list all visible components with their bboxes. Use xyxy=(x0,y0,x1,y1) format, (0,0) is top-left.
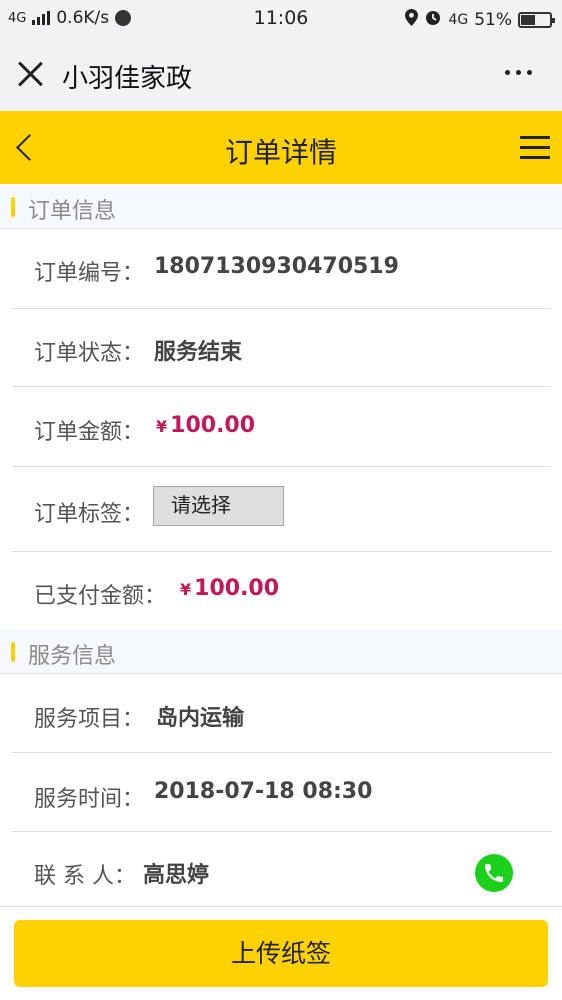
row-paid-amount: 已支付金额： ¥100.00 xyxy=(12,552,551,629)
section-title: 订单信息 xyxy=(28,199,117,224)
battery-icon xyxy=(518,11,555,28)
order-status-value: 服务结束 xyxy=(154,340,243,365)
status-bar: 4G 0.6K/s 11:06 4G 51% xyxy=(0,0,562,38)
order-tag-select[interactable]: 请选择 xyxy=(153,486,284,526)
menu-icon[interactable] xyxy=(520,136,550,159)
contact-label: 联 系 人： xyxy=(34,864,136,889)
order-tag-label: 订单标签： xyxy=(34,502,145,527)
row-contact: 联 系 人： 高思婷 xyxy=(12,832,551,906)
more-icon[interactable] xyxy=(505,70,532,75)
section-marker xyxy=(11,642,15,662)
order-status-label: 订单状态： xyxy=(34,341,145,366)
location-icon xyxy=(405,8,419,31)
upload-paper-sign-button[interactable]: 上传纸签 xyxy=(14,920,548,987)
order-no-value: 1807130930470519 xyxy=(154,254,399,279)
service-time-label: 服务时间： xyxy=(34,787,145,812)
row-order-status: 订单状态： 服务结束 xyxy=(12,309,551,387)
phone-icon[interactable] xyxy=(475,854,513,892)
section-marker xyxy=(11,197,15,217)
row-service-time: 服务时间： 2018-07-18 08:30 xyxy=(12,753,551,832)
paid-amount-label: 已支付金额： xyxy=(34,584,167,609)
service-item-label: 服务项目： xyxy=(34,707,145,732)
order-no-label: 订单编号： xyxy=(34,261,145,286)
footer: 上传纸签 xyxy=(0,906,562,1000)
close-icon[interactable] xyxy=(16,60,44,88)
row-service-item: 服务项目： 岛内运输 xyxy=(12,674,551,753)
currency-symbol: ¥ xyxy=(156,417,168,436)
currency-symbol: ¥ xyxy=(180,580,192,599)
order-amount-value: ¥100.00 xyxy=(156,413,255,438)
page-header: 订单详情 xyxy=(0,111,562,184)
contact-value: 高思婷 xyxy=(143,863,210,888)
paid-amount-value: ¥100.00 xyxy=(180,576,279,601)
service-time-value: 2018-07-18 08:30 xyxy=(154,779,373,804)
wechat-nav-bar: 小羽佳家政 xyxy=(0,38,562,111)
alarm-icon xyxy=(424,8,442,31)
page-title: 订单详情 xyxy=(224,136,337,169)
section-service-info: 服务信息 xyxy=(0,629,562,674)
paid-amount-number: 100.00 xyxy=(194,576,280,601)
wechat-title: 小羽佳家政 xyxy=(62,64,193,94)
row-order-amount: 订单金额： ¥100.00 xyxy=(12,387,551,467)
network-type-right: 4G xyxy=(448,11,469,28)
status-right: 4G 51% xyxy=(405,8,555,31)
order-amount-number: 100.00 xyxy=(170,413,256,438)
section-title: 服务信息 xyxy=(28,644,117,669)
section-order-info: 订单信息 xyxy=(0,184,562,229)
service-item-value: 岛内运输 xyxy=(156,706,245,731)
row-order-no: 订单编号： 1807130930470519 xyxy=(12,229,551,309)
battery-percent: 51% xyxy=(474,9,512,30)
row-order-tag: 订单标签： 请选择 xyxy=(12,467,551,552)
order-amount-label: 订单金额： xyxy=(34,420,145,445)
